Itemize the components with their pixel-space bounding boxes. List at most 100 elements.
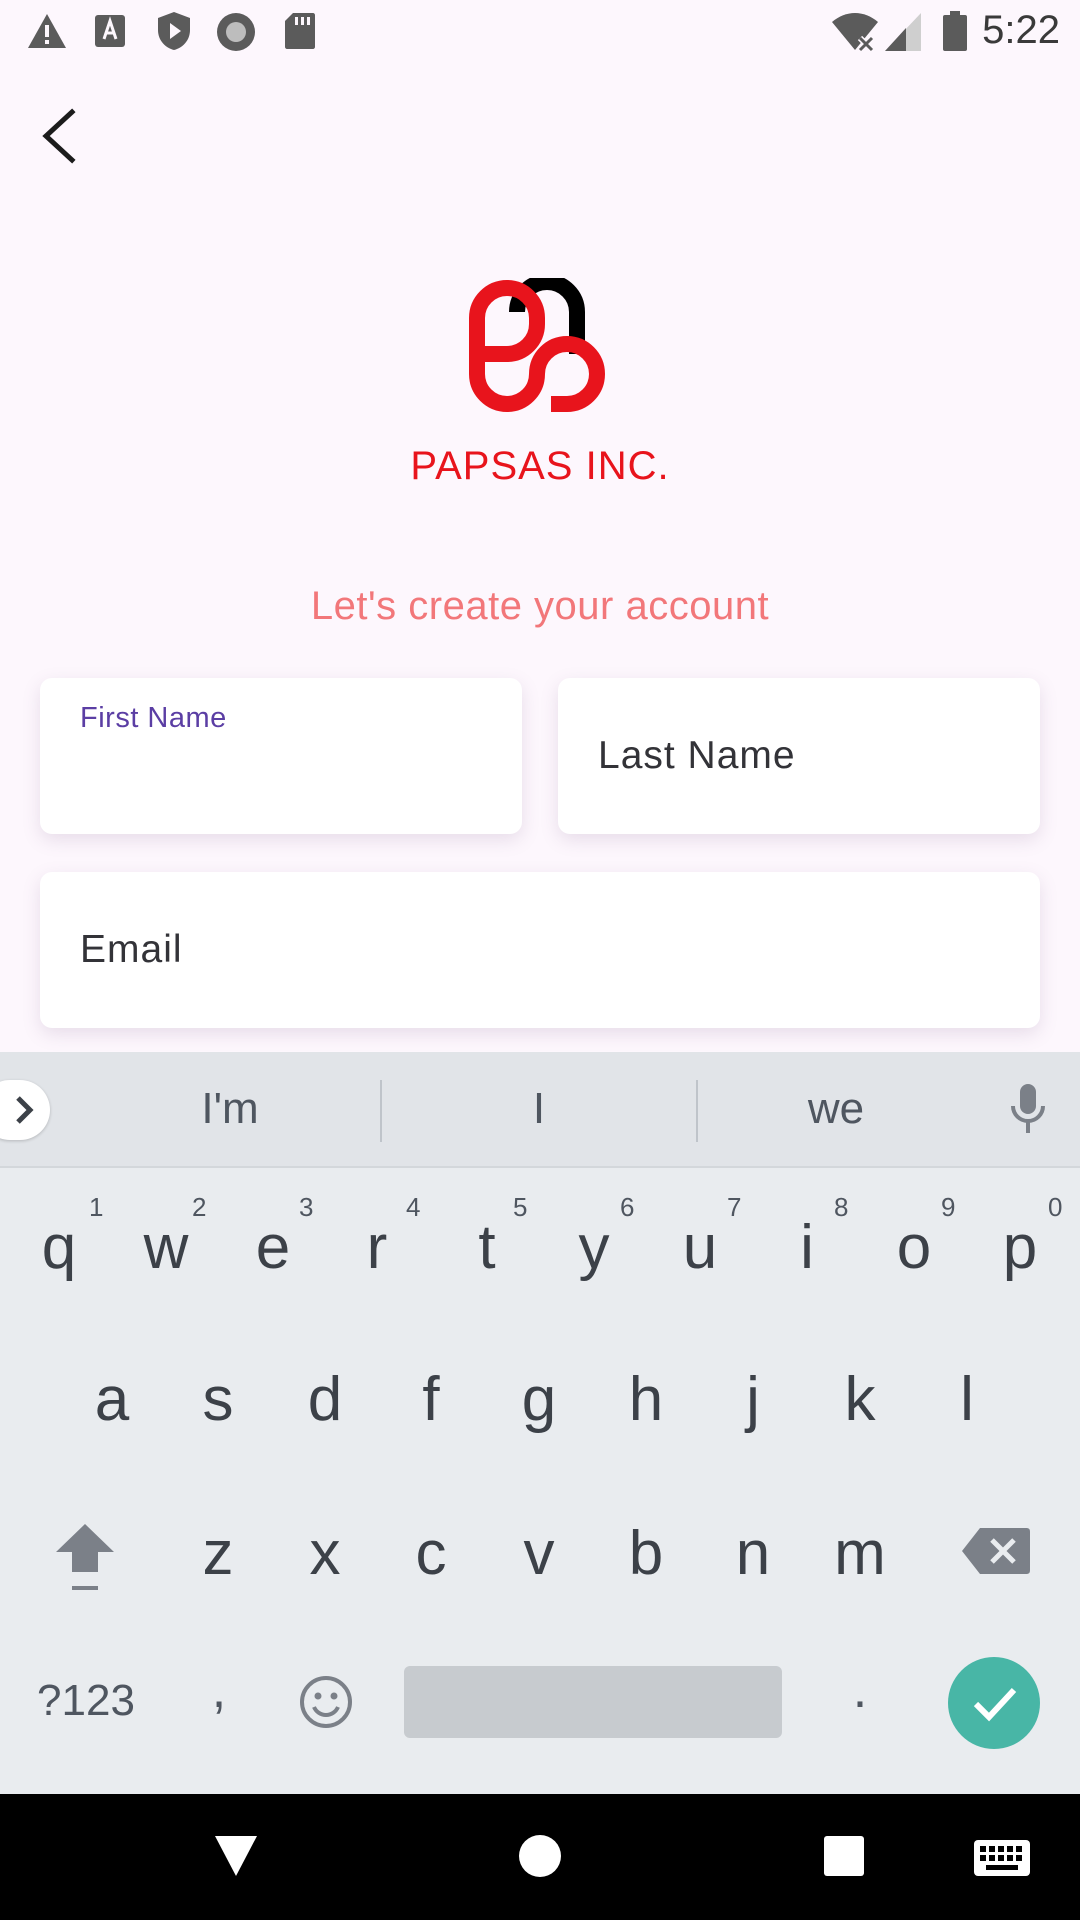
last-name-placeholder: Last Name [598,734,796,777]
key-c-label: c [415,1519,447,1588]
font-a-icon [95,15,125,47]
key-w-label: w [143,1213,189,1282]
key-hint-8: 8 [834,1192,849,1222]
shift-arrow-icon [56,1524,114,1590]
comma-key-label: , [211,1661,227,1719]
key-f[interactable]: f [386,1364,476,1435]
key-hint-3: 3 [299,1192,314,1222]
key-hint-4: 4 [406,1192,421,1222]
key-i-label: i [800,1213,814,1282]
chevron-right-icon [16,1096,34,1124]
key-f-label: f [422,1365,440,1434]
brand-name: PAPSAS INC. [410,444,670,488]
suggestion-strip: I'm I we [0,1052,1080,1168]
symbols-key[interactable]: ?123 [26,1676,146,1726]
key-j-label: j [746,1365,760,1434]
key-k[interactable]: k [815,1364,905,1435]
key-d-label: d [307,1365,343,1434]
key-y-label: y [578,1213,610,1282]
shift-key[interactable] [50,1520,120,1596]
page-title: Let's create your account [310,584,770,628]
key-h-label: h [628,1365,664,1434]
email-placeholder: Email [80,928,183,971]
key-hint-7: 7 [727,1192,742,1222]
backspace-icon [962,1528,1030,1574]
key-z-label: z [202,1519,234,1588]
key-a[interactable]: a [67,1364,157,1435]
shield-play-icon [158,12,190,50]
smiley-icon [300,1676,352,1728]
email-field[interactable]: Email [40,872,1040,1028]
key-hint-1: 1 [89,1192,104,1222]
comma-key[interactable]: , [174,1660,264,1720]
home-circle-icon[interactable] [518,1834,562,1878]
key-z[interactable]: z [173,1518,263,1589]
back-triangle-icon[interactable] [213,1834,259,1878]
back-button[interactable] [30,100,90,172]
checkmark-icon [973,1687,1017,1722]
warning-icon [28,14,66,48]
expand-suggestions-button[interactable] [0,1080,50,1140]
keyboard-switch-icon[interactable] [974,1840,1030,1876]
key-l[interactable]: l [922,1364,1012,1435]
key-s-label: s [202,1365,234,1434]
papsas-logo [469,278,606,412]
battery-icon [943,11,967,51]
key-g[interactable]: g [494,1364,584,1435]
navigation-bar [0,1794,1080,1920]
key-hint-5: 5 [513,1192,528,1222]
key-c[interactable]: c [386,1518,476,1589]
key-a-label: a [94,1365,130,1434]
key-x[interactable]: x [280,1518,370,1589]
key-v-label: v [523,1519,555,1588]
emoji-key[interactable] [298,1674,354,1730]
key-g-label: g [521,1365,557,1434]
last-name-field[interactable]: Last Name [558,678,1040,834]
status-bar: 5:22 [0,0,1080,66]
cell-signal-icon [885,13,921,51]
period-key[interactable]: . [815,1660,905,1720]
key-m[interactable]: m [815,1518,905,1589]
period-key-label: . [852,1661,868,1719]
chevron-left-icon [42,108,76,164]
key-j[interactable]: j [708,1364,798,1435]
key-n-label: n [735,1519,771,1588]
key-b[interactable]: b [601,1518,691,1589]
microphone-icon[interactable] [1010,1084,1046,1134]
key-v[interactable]: v [494,1518,584,1589]
key-hint-6: 6 [620,1192,635,1222]
backspace-key[interactable] [960,1526,1032,1576]
sd-card-icon [285,13,315,49]
first-name-label: First Name [80,702,227,734]
enter-key[interactable] [948,1657,1040,1749]
key-s[interactable]: s [173,1364,263,1435]
symbols-key-label: ?123 [37,1676,135,1725]
key-b-label: b [628,1519,664,1588]
space-key[interactable] [404,1666,782,1738]
first-name-field[interactable]: First Name [40,678,522,834]
wifi-off-icon [832,13,878,52]
key-r-label: r [366,1213,388,1282]
key-l-label: l [960,1365,974,1434]
key-hint-0: 0 [1048,1192,1063,1222]
key-n[interactable]: n [708,1518,798,1589]
key-x-label: x [309,1519,341,1588]
key-hint-9: 9 [941,1192,956,1222]
key-hint-2: 2 [192,1192,207,1222]
key-o-label: o [896,1213,932,1282]
key-m-label: m [834,1519,886,1588]
key-h[interactable]: h [601,1364,691,1435]
key-u-label: u [682,1213,718,1282]
key-e-label: e [255,1213,291,1282]
key-d[interactable]: d [280,1364,370,1435]
recents-square-icon[interactable] [824,1836,864,1876]
suggestion-1[interactable]: I'm [80,1052,380,1166]
key-p-label: p [1002,1213,1038,1282]
status-time: 5:22 [982,8,1060,52]
suggestion-2[interactable]: I [382,1052,696,1166]
key-t-label: t [478,1213,496,1282]
suggestion-3[interactable]: we [698,1052,974,1166]
record-icon [217,13,255,51]
key-q-label: q [41,1213,77,1282]
key-k-label: k [844,1365,876,1434]
